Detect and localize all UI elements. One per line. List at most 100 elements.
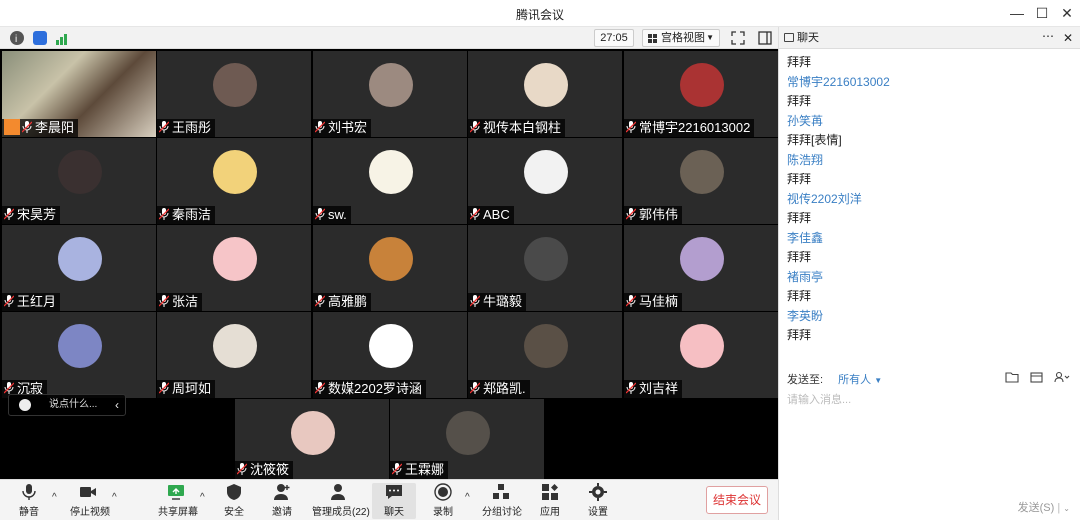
- mic-muted-icon: [626, 121, 636, 133]
- share-screen-icon: [168, 485, 184, 500]
- participant-tile[interactable]: 沈筱筱: [235, 399, 389, 479]
- mute-button[interactable]: 静音: [14, 483, 44, 519]
- chat-sender-name[interactable]: 李英盼: [787, 307, 1077, 327]
- chat-sender-name[interactable]: 陈浩翔: [787, 151, 1077, 171]
- video-options-caret[interactable]: ^: [112, 492, 117, 503]
- view-mode-button[interactable]: 宫格视图 ▼: [642, 29, 720, 47]
- chat-sender-name[interactable]: 褚雨亭: [787, 268, 1077, 288]
- participant-tile[interactable]: 沉寂: [2, 312, 156, 398]
- record-button[interactable]: 录制: [432, 483, 454, 519]
- mic-muted-icon: [4, 295, 14, 307]
- send-label: 发送(S): [1017, 502, 1055, 514]
- settings-button[interactable]: 设置: [586, 483, 610, 519]
- maximize-icon[interactable]: ☐: [1029, 2, 1055, 24]
- emoji-icon[interactable]: [19, 399, 31, 411]
- apps-button[interactable]: 应用: [538, 483, 562, 519]
- participant-tile[interactable]: 李晨阳: [2, 51, 156, 137]
- participant-tile[interactable]: 刘吉祥: [624, 312, 778, 398]
- record-label: 录制: [433, 507, 453, 518]
- close-icon[interactable]: ✕: [1054, 2, 1080, 24]
- send-to-select[interactable]: 所有人 ▼: [838, 374, 882, 386]
- gear-icon: [589, 483, 607, 501]
- chat-quick-input[interactable]: 说点什么... ‹: [8, 394, 126, 416]
- participant-tile[interactable]: 宋昊芳: [2, 138, 156, 224]
- participant-tile[interactable]: 郭伟伟: [624, 138, 778, 224]
- breakout-rooms-icon: [493, 484, 509, 499]
- chat-button[interactable]: 聊天: [372, 483, 416, 519]
- share-screen-button[interactable]: 共享屏幕: [158, 483, 198, 519]
- mute-options-caret[interactable]: ^: [52, 492, 57, 503]
- mic-muted-icon: [470, 121, 480, 133]
- stop-video-button[interactable]: 停止视频: [70, 483, 110, 519]
- participant-name: 王霖娜: [405, 462, 445, 477]
- chat-sender-name[interactable]: 李佳鑫: [787, 229, 1077, 249]
- participant-name-bar: 高雅鹏: [313, 293, 372, 311]
- manage-members-button[interactable]: 管理成员(22): [312, 483, 370, 519]
- close-chat-icon[interactable]: ✕: [1063, 27, 1073, 49]
- participant-name: 马佳楠: [639, 294, 679, 309]
- invite-button[interactable]: 邀请: [270, 483, 294, 519]
- shield-icon[interactable]: [33, 31, 47, 45]
- send-button[interactable]: 发送(S) | ⌄: [1018, 499, 1070, 515]
- participant-tile[interactable]: 周珂如: [157, 312, 311, 398]
- share-options-caret[interactable]: ^: [200, 492, 205, 503]
- participant-name-bar: 王雨彤: [157, 119, 216, 137]
- participant-tile[interactable]: 张洁: [157, 225, 311, 311]
- participant-name: 牛璐毅: [483, 294, 523, 309]
- more-options-icon[interactable]: ⋯: [1042, 25, 1055, 47]
- participant-tile[interactable]: 视传本白钢柱: [468, 51, 622, 137]
- minimize-icon[interactable]: —: [1004, 2, 1030, 24]
- participant-tile[interactable]: 数媒2202罗诗涵: [313, 312, 467, 398]
- participant-name-bar: 郭伟伟: [624, 206, 683, 224]
- participant-name-bar: ABC: [468, 206, 514, 224]
- participant-tile[interactable]: 高雅鹏: [313, 225, 467, 311]
- participant-tile[interactable]: 王霖娜: [390, 399, 544, 479]
- invite-label: 邀请: [272, 507, 292, 518]
- participant-name-bar: 沈筱筱: [235, 461, 294, 479]
- end-meeting-button[interactable]: 结束会议: [706, 486, 768, 514]
- fullscreen-icon[interactable]: [731, 31, 745, 50]
- participant-tile[interactable]: ABC: [468, 138, 622, 224]
- participant-tile[interactable]: sw.: [313, 138, 467, 224]
- view-mode-label: 宫格视图: [661, 32, 705, 44]
- record-options-caret[interactable]: ^: [465, 492, 470, 503]
- chat-sender-name[interactable]: 视传2202刘洋: [787, 190, 1077, 210]
- participant-name-bar: 郑路凯.: [468, 380, 530, 398]
- participant-tile[interactable]: 王雨彤: [157, 51, 311, 137]
- video-camera-icon: [80, 487, 96, 497]
- participant-tile[interactable]: 常博宇2216013002: [624, 51, 778, 137]
- svg-text:i: i: [15, 34, 17, 45]
- participant-tile[interactable]: 王红月: [2, 225, 156, 311]
- chat-sender-name[interactable]: 常博宇2216013002: [787, 73, 1077, 93]
- signal-icon[interactable]: [56, 32, 68, 50]
- participant-tile[interactable]: 郑路凯.: [468, 312, 622, 398]
- breakout-label: 分组讨论: [482, 507, 522, 518]
- avatar: [369, 63, 413, 107]
- participant-tile[interactable]: 牛璐毅: [468, 225, 622, 311]
- chat-label: 聊天: [384, 507, 404, 518]
- chat-input[interactable]: 请输入消息...: [787, 391, 851, 407]
- chat-sender-name[interactable]: 孙笑苒: [787, 112, 1077, 132]
- calendar-icon[interactable]: [1030, 371, 1043, 383]
- info-icon[interactable]: i: [10, 31, 24, 45]
- chat-message-text: 拜拜: [787, 94, 812, 108]
- participant-name: 王雨彤: [172, 120, 212, 135]
- participant-tile[interactable]: 秦雨洁: [157, 138, 311, 224]
- folder-icon[interactable]: [1005, 371, 1019, 383]
- chevron-left-icon[interactable]: ‹: [115, 395, 119, 415]
- participant-name-bar: 王红月: [2, 293, 61, 311]
- apps-label: 应用: [540, 507, 560, 518]
- chevron-down-icon: ▼: [874, 376, 883, 385]
- sidebar-toggle-icon[interactable]: [758, 31, 772, 50]
- microphone-icon: [22, 484, 36, 500]
- mic-muted-icon: [237, 463, 247, 475]
- breakout-button[interactable]: 分组讨论: [482, 483, 522, 519]
- chat-bubble-icon: [386, 485, 402, 499]
- chat-icon: [784, 33, 794, 42]
- security-button[interactable]: 安全: [222, 483, 246, 519]
- participant-tile[interactable]: 刘书宏: [313, 51, 467, 137]
- mic-muted-icon: [470, 295, 480, 307]
- participant-tile[interactable]: 马佳楠: [624, 225, 778, 311]
- participant-name-bar: 李晨阳: [2, 119, 79, 137]
- user-options-icon[interactable]: [1054, 371, 1070, 383]
